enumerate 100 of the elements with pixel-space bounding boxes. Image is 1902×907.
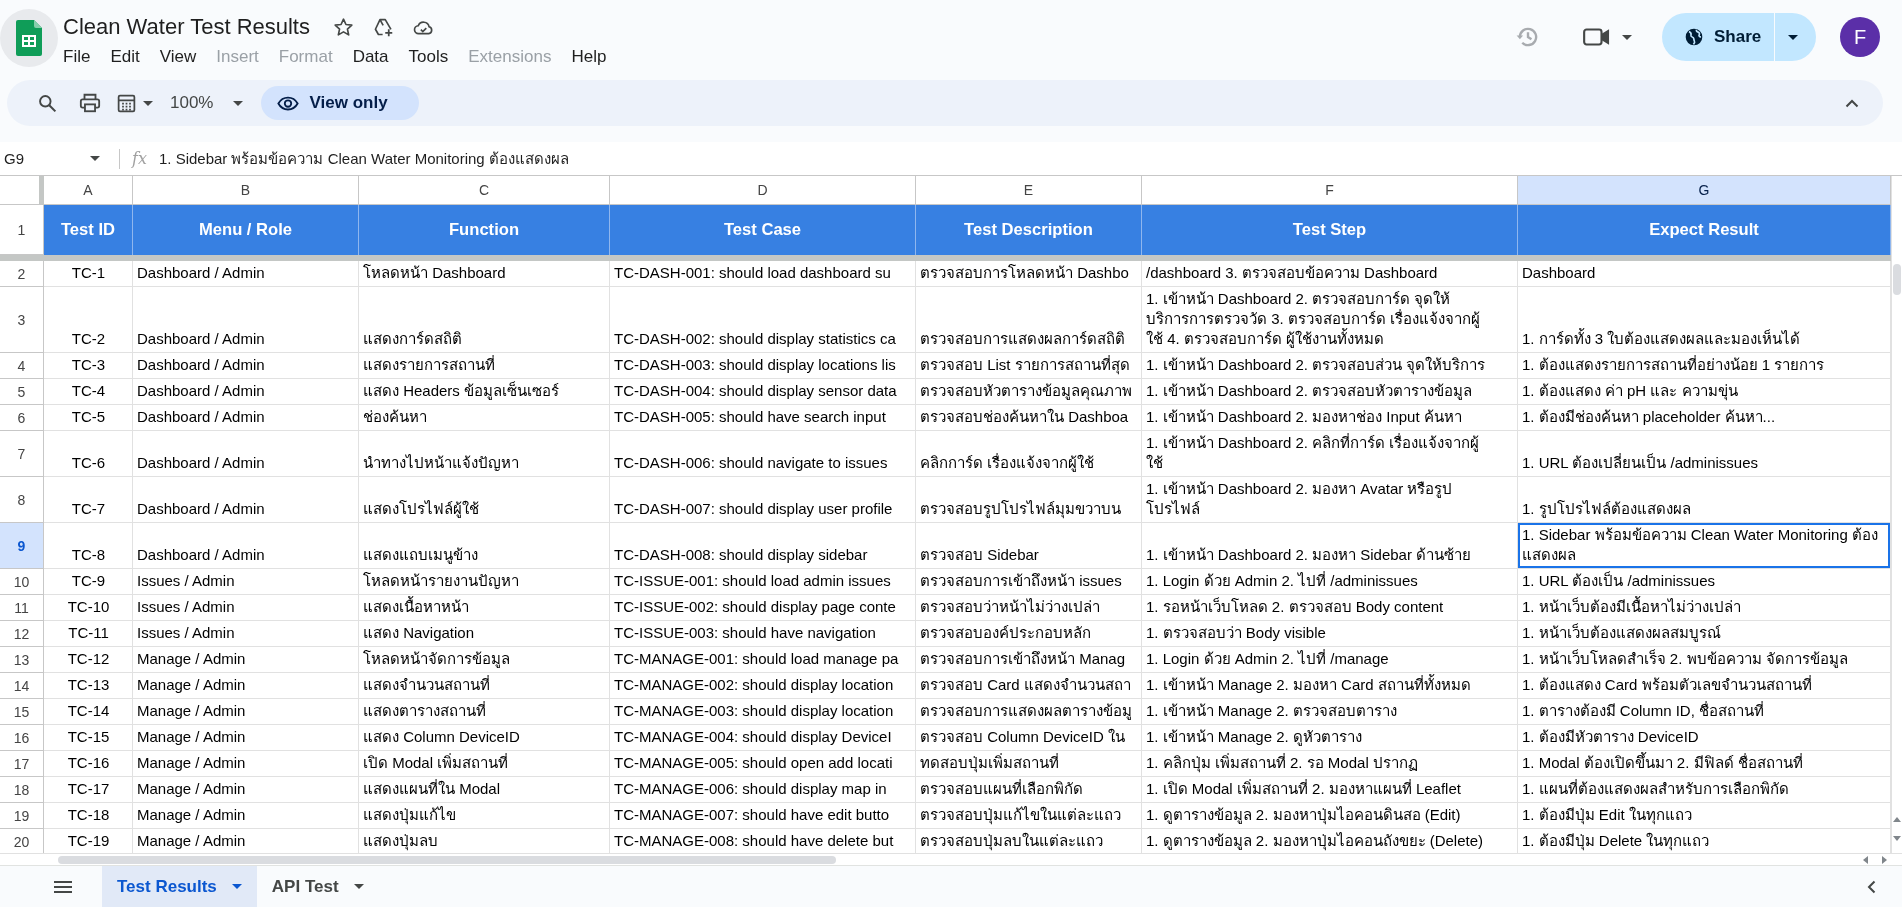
horizontal-scrollbar-thumb[interactable] <box>58 855 836 864</box>
drive-add-icon[interactable] <box>373 16 394 38</box>
table-cell: 1. Login ด้วย Admin 2. ไปที่ /manage <box>1142 647 1518 673</box>
table-cell: TC-MANAGE-003: should display location <box>610 699 916 725</box>
caret-icon <box>353 884 364 889</box>
menu-item[interactable]: Tools <box>408 45 449 69</box>
table-cell: ตรวจสอบการโหลดหน้า Dashbo <box>916 261 1142 287</box>
row-header[interactable]: 14 <box>0 673 44 699</box>
table-cell: TC-2 <box>44 287 133 353</box>
table-cell: TC-18 <box>44 803 133 829</box>
row-header[interactable]: 16 <box>0 725 44 751</box>
row-header[interactable]: 18 <box>0 777 44 803</box>
row-header[interactable]: 11 <box>0 595 44 621</box>
row-header[interactable]: 15 <box>0 699 44 725</box>
table-cell: ตรวจสอบการเข้าถึงหน้า issues <box>916 569 1142 595</box>
vertical-scrollbar-thumb[interactable] <box>1893 264 1901 295</box>
view-only-button[interactable]: View only <box>261 86 420 120</box>
row-header[interactable]: 6 <box>0 405 44 431</box>
table-cell: แสดงการ์ดสถิติ <box>359 287 610 353</box>
row-header[interactable]: 13 <box>0 647 44 673</box>
menu-item[interactable]: Edit <box>110 45 140 69</box>
table-cell: 1. ต้องแสดงรายการสถานที่อย่างน้อย 1 รายการ <box>1518 353 1891 379</box>
caret-icon[interactable] <box>143 100 153 106</box>
name-box[interactable]: G9 <box>0 145 106 172</box>
column-header[interactable]: F <box>1142 176 1518 205</box>
table-cell: ตรวจสอบรูปโปรไฟล์มุมขวาบน <box>916 477 1142 523</box>
header-cell: Test Case <box>610 205 916 255</box>
column-header[interactable]: A <box>44 176 133 205</box>
table-cell: 1. URL ต้องเปลี่ยนเป็น /adminissues <box>1518 431 1891 477</box>
row-header[interactable]: 3 <box>0 287 44 353</box>
menu-item[interactable]: Help <box>571 45 607 69</box>
table-cell: 1. ต้องแสดง ค่า pH และ ความขุ่น <box>1518 379 1891 405</box>
row-header[interactable]: 12 <box>0 621 44 647</box>
video-camera-icon[interactable] <box>1583 27 1610 47</box>
column-header[interactable]: C <box>359 176 610 205</box>
up-arrow-icon[interactable] <box>1893 817 1901 822</box>
table-cell: TC-17 <box>44 777 133 803</box>
globe-icon <box>1684 27 1704 47</box>
table-cell: แสดงจำนวนสถานที่ <box>359 673 610 699</box>
right-arrow-icon[interactable] <box>1882 855 1887 864</box>
table-cell: 1. เข้าหน้า Dashboard 2. ตรวจสอบการ์ด จุดให้บริการการตรวจวัด 3. ตรวจสอบการ์ด เรื่องแจ้งจากผู้ใช้ 4. ตรวจสอบการ์ด ผู้ใช้งานทั้งหมด <box>1142 287 1518 353</box>
table-cell: 1. เข้าหน้า Dashboard 2. ตรวจสอบหัวตารางข้อมูล <box>1142 379 1518 405</box>
zoom-select[interactable]: 100% <box>170 86 244 120</box>
column-header[interactable]: E <box>916 176 1142 205</box>
star-icon[interactable] <box>333 16 354 38</box>
down-arrow-icon[interactable] <box>1893 836 1901 841</box>
left-arrow-icon[interactable] <box>1863 855 1868 864</box>
table-cell: 1. เข้าหน้า Manage 2. ตรวจสอบตาราง <box>1142 699 1518 725</box>
table-cell: TC-DASH-005: should have search input <box>610 405 916 431</box>
document-title: Clean Water Test Results <box>63 13 310 41</box>
row-header[interactable]: 4 <box>0 353 44 379</box>
column-header[interactable]: B <box>133 176 359 205</box>
menu-item[interactable]: Data <box>352 45 389 69</box>
header-cell: Expect Result <box>1518 205 1891 255</box>
row-header[interactable]: 10 <box>0 569 44 595</box>
chevron-left-icon[interactable] <box>1867 879 1876 894</box>
caret-icon <box>233 100 244 106</box>
caret-icon[interactable] <box>1622 34 1632 40</box>
chevron-up-icon[interactable] <box>1845 98 1859 108</box>
row-header[interactable]: 2 <box>0 261 44 287</box>
table-cell: TC-DASH-002: should display statistics ca <box>610 287 916 353</box>
header-cell: Test ID <box>44 205 133 255</box>
menu-icon[interactable] <box>54 880 72 893</box>
table-cell: ตรวจสอบ Card แสดงจำนวนสถา <box>916 673 1142 699</box>
calculator-icon[interactable] <box>116 92 137 114</box>
search-icon[interactable] <box>37 92 58 114</box>
row-header[interactable]: 7 <box>0 431 44 477</box>
row-header[interactable]: 19 <box>0 803 44 829</box>
table-cell: TC-ISSUE-003: should have navigation <box>610 621 916 647</box>
formula-input[interactable]: 1. Sidebar พร้อมข้อความ Clean Water Monitoring ต้องแสดงผล <box>158 146 569 171</box>
row-header[interactable]: 9 <box>0 523 44 569</box>
header-cell: Test Description <box>916 205 1142 255</box>
column-header[interactable]: D <box>610 176 916 205</box>
sheet-tab[interactable]: API Test <box>256 866 379 907</box>
table-cell: 1. เข้าหน้า Dashboard 2. มองหาช่อง Input ค้นหา <box>1142 405 1518 431</box>
table-cell: แสดงรายการสถานที่ <box>359 353 610 379</box>
row-header[interactable]: 17 <box>0 751 44 777</box>
table-cell: แสดง Headers ข้อมูลเซ็นเซอร์ <box>359 379 610 405</box>
table-cell: TC-ISSUE-002: should display page conte <box>610 595 916 621</box>
share-button[interactable]: Share <box>1662 13 1774 61</box>
table-cell: แสดงปุ่มแก้ไข <box>359 803 610 829</box>
table-cell: TC-5 <box>44 405 133 431</box>
sheet-tab[interactable]: Test Results <box>102 866 257 907</box>
table-cell: ตรวจสอบช่องค้นหาใน Dashboa <box>916 405 1142 431</box>
row-header[interactable]: 1 <box>0 205 44 255</box>
table-cell: 1. รอหน้าเว็บโหลด 2. ตรวจสอบ Body content <box>1142 595 1518 621</box>
print-icon[interactable] <box>79 92 101 114</box>
table-cell: 1. Login ด้วย Admin 2. ไปที่ /adminissues <box>1142 569 1518 595</box>
menu-item[interactable]: View <box>159 45 197 69</box>
table-cell: ตรวจสอบการแสดงผลตารางข้อมู <box>916 699 1142 725</box>
row-header[interactable]: 5 <box>0 379 44 405</box>
account-avatar[interactable]: F <box>1840 17 1880 57</box>
table-cell: 1. Modal ต้องเปิดขึ้นมา 2. มีฟิลด์ ชื่อสถานที่ <box>1518 751 1891 777</box>
table-cell: Dashboard / Admin <box>133 353 359 379</box>
row-header[interactable]: 8 <box>0 477 44 523</box>
menu-item[interactable]: File <box>63 45 91 69</box>
column-header[interactable]: G <box>1518 176 1891 205</box>
table-cell: TC-DASH-001: should load dashboard su <box>610 261 916 287</box>
table-cell: TC-MANAGE-004: should display DeviceI <box>610 725 916 751</box>
table-cell: TC-9 <box>44 569 133 595</box>
